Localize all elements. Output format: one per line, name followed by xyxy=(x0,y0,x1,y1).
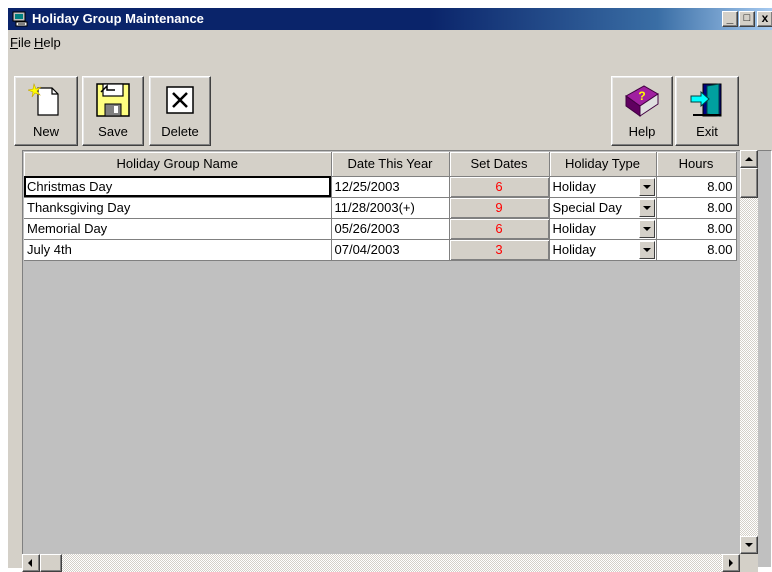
date-cell[interactable]: 12/25/2003 xyxy=(331,176,450,198)
scroll-left-icon[interactable] xyxy=(22,554,40,572)
date-cell[interactable]: 05/26/2003 xyxy=(331,218,450,240)
column-header-hours[interactable]: Hours xyxy=(656,152,737,177)
scroll-down-icon[interactable] xyxy=(740,536,758,554)
svg-text:?: ? xyxy=(638,89,645,103)
scroll-up-icon[interactable] xyxy=(740,150,758,168)
exit-button[interactable]: Exit xyxy=(675,76,739,146)
holiday-type-select[interactable]: Holiday xyxy=(549,239,657,261)
new-button-label: New xyxy=(32,124,59,139)
chevron-down-icon[interactable] xyxy=(638,177,655,196)
holiday-name-cell[interactable]: Thanksgiving Day xyxy=(24,197,332,219)
new-button[interactable]: New xyxy=(14,76,78,146)
new-document-icon xyxy=(28,82,59,116)
holiday-table: Holiday Group Name Date This Year Set Da… xyxy=(24,152,737,261)
close-button[interactable]: x xyxy=(757,11,772,27)
holiday-type-value: Special Day xyxy=(552,200,622,215)
date-cell[interactable]: 11/28/2003(+) xyxy=(331,197,450,219)
help-button-label: Help xyxy=(628,124,656,139)
window-title: Holiday Group Maintenance xyxy=(32,11,204,26)
holiday-type-value: Holiday xyxy=(552,179,596,194)
hours-cell[interactable]: 8.00 xyxy=(656,176,737,198)
chevron-down-icon[interactable] xyxy=(638,198,655,217)
delete-x-icon xyxy=(166,86,194,114)
chevron-down-icon[interactable] xyxy=(638,219,655,238)
save-button-label: Save xyxy=(98,124,128,139)
column-header-date[interactable]: Date This Year xyxy=(331,152,450,177)
set-dates-button[interactable]: 6 xyxy=(449,176,550,198)
app-window-icon xyxy=(12,11,28,27)
column-header-set-dates[interactable]: Set Dates xyxy=(449,152,550,177)
menu-file[interactable]: File xyxy=(10,35,31,50)
holiday-name-cell[interactable]: Christmas Day xyxy=(24,176,332,198)
delete-button-label: Delete xyxy=(161,124,199,139)
holiday-type-select[interactable]: Special Day xyxy=(549,197,657,219)
chevron-down-icon[interactable] xyxy=(638,240,655,259)
hours-cell[interactable]: 8.00 xyxy=(656,239,737,261)
holiday-type-select[interactable]: Holiday xyxy=(549,218,657,240)
save-button[interactable]: Save xyxy=(82,76,144,146)
vertical-scroll-thumb[interactable] xyxy=(740,168,758,198)
vertical-scrollbar[interactable] xyxy=(740,150,758,554)
maximize-button[interactable]: □ xyxy=(739,11,755,27)
set-dates-button[interactable]: 3 xyxy=(449,239,550,261)
holiday-type-select[interactable]: Holiday xyxy=(549,176,657,198)
toolbar: New Save Delete ? Help Exit xyxy=(8,66,772,150)
menu-bar: File Help xyxy=(8,32,772,52)
scrollbar-corner xyxy=(740,554,758,572)
delete-button[interactable]: Delete xyxy=(149,76,211,146)
column-header-holiday-type[interactable]: Holiday Type xyxy=(549,152,657,177)
holiday-name-cell[interactable]: Memorial Day xyxy=(24,218,332,240)
holiday-name-cell[interactable]: July 4th xyxy=(24,239,332,261)
table-row[interactable]: Thanksgiving Day 11/28/2003(+) 9 Special… xyxy=(24,197,737,219)
holiday-type-value: Holiday xyxy=(552,242,596,257)
table-row[interactable]: Christmas Day 12/25/2003 6 Holiday 8.00 xyxy=(24,176,737,198)
help-book-icon: ? xyxy=(625,85,659,117)
horizontal-scroll-thumb[interactable] xyxy=(40,554,62,572)
table-header-row: Holiday Group Name Date This Year Set Da… xyxy=(24,152,737,177)
table-row[interactable]: July 4th 07/04/2003 3 Holiday 8.00 xyxy=(24,239,737,261)
minimize-button[interactable]: _ xyxy=(722,11,738,27)
table-row[interactable]: Memorial Day 05/26/2003 6 Holiday 8.00 xyxy=(24,218,737,240)
horizontal-scrollbar[interactable] xyxy=(22,554,740,572)
title-bar[interactable]: Holiday Group Maintenance _ □ x xyxy=(8,8,772,30)
column-header-name[interactable]: Holiday Group Name xyxy=(24,152,332,177)
app-window: Holiday Group Maintenance _ □ x File Hel… xyxy=(8,8,772,572)
hours-cell[interactable]: 8.00 xyxy=(656,197,737,219)
menu-help[interactable]: Help xyxy=(34,35,61,50)
holiday-grid-area: Holiday Group Name Date This Year Set Da… xyxy=(22,150,772,568)
date-cell[interactable]: 07/04/2003 xyxy=(331,239,450,261)
hours-cell[interactable]: 8.00 xyxy=(656,218,737,240)
exit-door-icon xyxy=(690,83,722,117)
exit-button-label: Exit xyxy=(696,124,718,139)
holiday-type-value: Holiday xyxy=(552,221,596,236)
floppy-disk-icon xyxy=(96,83,130,117)
scroll-right-icon[interactable] xyxy=(722,554,740,572)
set-dates-button[interactable]: 6 xyxy=(449,218,550,240)
set-dates-button[interactable]: 9 xyxy=(449,197,550,219)
help-button[interactable]: ? Help xyxy=(611,76,673,146)
